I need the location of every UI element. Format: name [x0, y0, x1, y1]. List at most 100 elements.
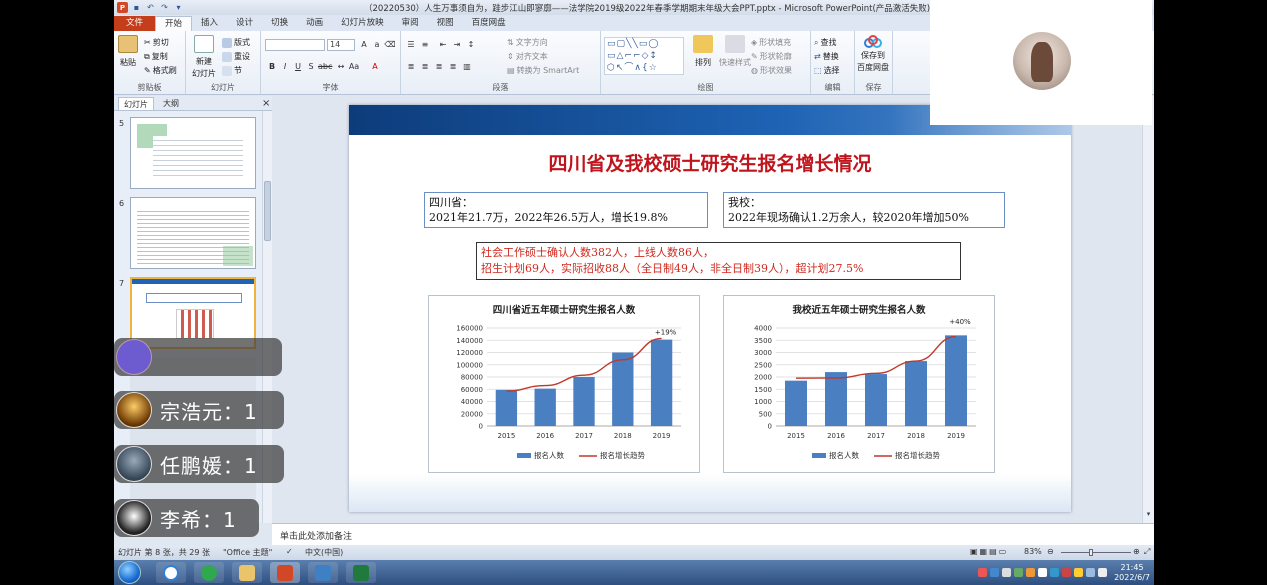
- tray-icon[interactable]: [1050, 568, 1060, 577]
- current-slide[interactable]: 四川省及我校硕士研究生报名增长情况 四川省： 2021年21.7万，2022年2…: [349, 105, 1071, 512]
- tab-transitions[interactable]: 切换: [262, 16, 297, 31]
- taskbar-powerpoint[interactable]: [270, 562, 300, 583]
- line-spacing-icon[interactable]: ↕: [465, 39, 477, 51]
- save-icon[interactable]: ▪: [131, 2, 142, 13]
- section-button[interactable]: 节: [222, 65, 242, 76]
- tab-slideshow[interactable]: 幻灯片放映: [332, 16, 393, 31]
- grow-font-icon[interactable]: A: [358, 39, 370, 51]
- slide-thumbnail-6[interactable]: [130, 197, 256, 269]
- zoom-out-icon[interactable]: ⊖: [1047, 547, 1054, 556]
- font-name-box[interactable]: [265, 39, 325, 51]
- tray-icon[interactable]: [990, 568, 1000, 577]
- smartart-button[interactable]: ▤ 转换为 SmartArt: [507, 65, 579, 76]
- taskbar-baidu-netdisk[interactable]: [156, 562, 186, 583]
- slide-scrollbar[interactable]: ▾: [1142, 96, 1154, 523]
- bold-icon[interactable]: B: [266, 61, 278, 73]
- numbering-icon[interactable]: ≡: [419, 39, 431, 51]
- tray-icon[interactable]: [1002, 568, 1012, 577]
- volume-icon[interactable]: [1098, 568, 1108, 577]
- layout-button[interactable]: 版式: [222, 37, 250, 48]
- taskbar-app[interactable]: [308, 562, 338, 583]
- powerpoint-logo-icon[interactable]: P: [117, 2, 128, 13]
- shape-effects-button[interactable]: ◍ 形状效果: [751, 65, 792, 76]
- system-clock[interactable]: 21:45 2022/6/7: [1114, 563, 1150, 583]
- notes-pane[interactable]: 单击此处添加备注: [272, 523, 1154, 545]
- change-case-icon[interactable]: Aa: [348, 61, 360, 73]
- taskbar-explorer[interactable]: [232, 562, 262, 583]
- customize-qat-icon[interactable]: ▾: [173, 2, 184, 13]
- tab-view[interactable]: 视图: [428, 16, 463, 31]
- tray-icon[interactable]: [978, 568, 988, 577]
- tray-icon[interactable]: [1074, 568, 1084, 577]
- x-tick-label: 2015: [787, 432, 805, 440]
- shapes-gallery[interactable]: ▭▢╲╲▭◯ ▭△⌐⌐◇↕ ⬡↖⌒∧{☆: [604, 37, 684, 75]
- italic-icon[interactable]: I: [279, 61, 291, 73]
- redo-icon[interactable]: ↷: [159, 2, 170, 13]
- char-spacing-icon[interactable]: ↔: [335, 61, 347, 73]
- tray-icon[interactable]: [1026, 568, 1036, 577]
- school-info-box[interactable]: 我校： 2022年现场确认1.2万余人，较2020年增加50%: [723, 192, 1005, 228]
- format-painter-button[interactable]: ✎ 格式刷: [144, 65, 177, 76]
- new-slide-button[interactable]: 新建 幻灯片: [192, 35, 216, 79]
- align-text-button[interactable]: ⇕ 对齐文本: [507, 51, 548, 62]
- bullets-icon[interactable]: ☰: [405, 39, 417, 51]
- sichuan-chart[interactable]: 四川省近五年硕士研究生报名人数 0 20000 40000 60000 80000 100…: [428, 295, 700, 473]
- tab-review[interactable]: 审阅: [393, 16, 428, 31]
- shape-fill-button[interactable]: ◈ 形状填充: [751, 37, 791, 48]
- taskbar-browser[interactable]: [194, 562, 224, 583]
- zoom-in-icon[interactable]: ⊕: [1133, 547, 1140, 556]
- tab-slides-pane[interactable]: 幻灯片: [118, 97, 154, 110]
- text-direction-button[interactable]: ⇅ 文字方向: [507, 37, 548, 48]
- font-color-icon[interactable]: A: [369, 61, 381, 73]
- cut-button[interactable]: ✂ 剪切: [144, 37, 169, 48]
- slide-title[interactable]: 四川省及我校硕士研究生报名增长情况: [349, 149, 1071, 176]
- arrange-button[interactable]: 排列: [693, 35, 713, 68]
- find-button[interactable]: ⌕ 查找: [814, 37, 836, 48]
- shape-outline-button[interactable]: ✎ 形状轮廓: [751, 51, 792, 62]
- align-center-icon[interactable]: ≣: [419, 61, 431, 73]
- social-work-info-box[interactable]: 社会工作硕士确认人数382人，上线人数86人， 招生计划69人，实际招收88人（…: [476, 242, 961, 280]
- tray-icon[interactable]: [1038, 568, 1048, 577]
- shadow-icon[interactable]: S: [305, 61, 317, 73]
- shrink-font-icon[interactable]: a: [371, 39, 383, 51]
- spellcheck-icon[interactable]: ✓: [286, 547, 293, 556]
- zoom-level[interactable]: 83%: [1024, 547, 1042, 556]
- columns-icon[interactable]: ▥: [461, 61, 473, 73]
- fit-slide-icon[interactable]: ⤢: [1144, 547, 1150, 557]
- quick-styles-button[interactable]: 快速样式: [719, 35, 751, 68]
- reset-button[interactable]: 重设: [222, 51, 250, 62]
- strikethrough-icon[interactable]: abc: [318, 61, 332, 73]
- save-to-baidu-button[interactable]: 保存到 百度网盘: [857, 35, 889, 73]
- decrease-indent-icon[interactable]: ⇤: [437, 39, 449, 51]
- tab-baidu-netdisk[interactable]: 百度网盘: [463, 16, 515, 31]
- taskbar-excel[interactable]: [346, 562, 376, 583]
- clear-format-icon[interactable]: ⌫: [384, 39, 396, 51]
- increase-indent-icon[interactable]: ⇥: [451, 39, 463, 51]
- view-buttons[interactable]: ▣▦▤▭: [970, 547, 1008, 556]
- tab-file[interactable]: 文件: [114, 16, 156, 31]
- tray-icon[interactable]: [1014, 568, 1024, 577]
- replace-button[interactable]: ⇄ 替换: [814, 51, 839, 62]
- tab-outline-pane[interactable]: 大纲: [158, 97, 184, 110]
- zoom-slider[interactable]: [1061, 549, 1131, 556]
- undo-icon[interactable]: ↶: [145, 2, 156, 13]
- tray-icon[interactable]: [1062, 568, 1072, 577]
- paste-button[interactable]: 粘贴: [118, 35, 138, 68]
- justify-icon[interactable]: ≣: [447, 61, 459, 73]
- slide-thumbnail-5[interactable]: [130, 117, 256, 189]
- tab-animations[interactable]: 动画: [297, 16, 332, 31]
- font-size-box[interactable]: 14: [327, 39, 355, 51]
- school-chart[interactable]: 我校近五年硕士研究生报名人数 0 500 1000 1500 2000 2500 3000 3…: [723, 295, 995, 473]
- underline-icon[interactable]: U: [292, 61, 304, 73]
- sichuan-info-box[interactable]: 四川省： 2021年21.7万，2022年26.5万人，增长19.8%: [424, 192, 708, 228]
- copy-button[interactable]: ⧉ 复制: [144, 51, 168, 62]
- network-icon[interactable]: [1086, 568, 1096, 577]
- language-indicator[interactable]: 中文(中国): [305, 547, 343, 558]
- align-right-icon[interactable]: ≣: [433, 61, 445, 73]
- tab-home[interactable]: 开始: [155, 16, 193, 31]
- start-button[interactable]: [118, 561, 141, 584]
- tab-insert[interactable]: 插入: [192, 16, 227, 31]
- select-button[interactable]: ⬚ 选择: [814, 65, 840, 76]
- align-left-icon[interactable]: ≣: [405, 61, 417, 73]
- tab-design[interactable]: 设计: [227, 16, 262, 31]
